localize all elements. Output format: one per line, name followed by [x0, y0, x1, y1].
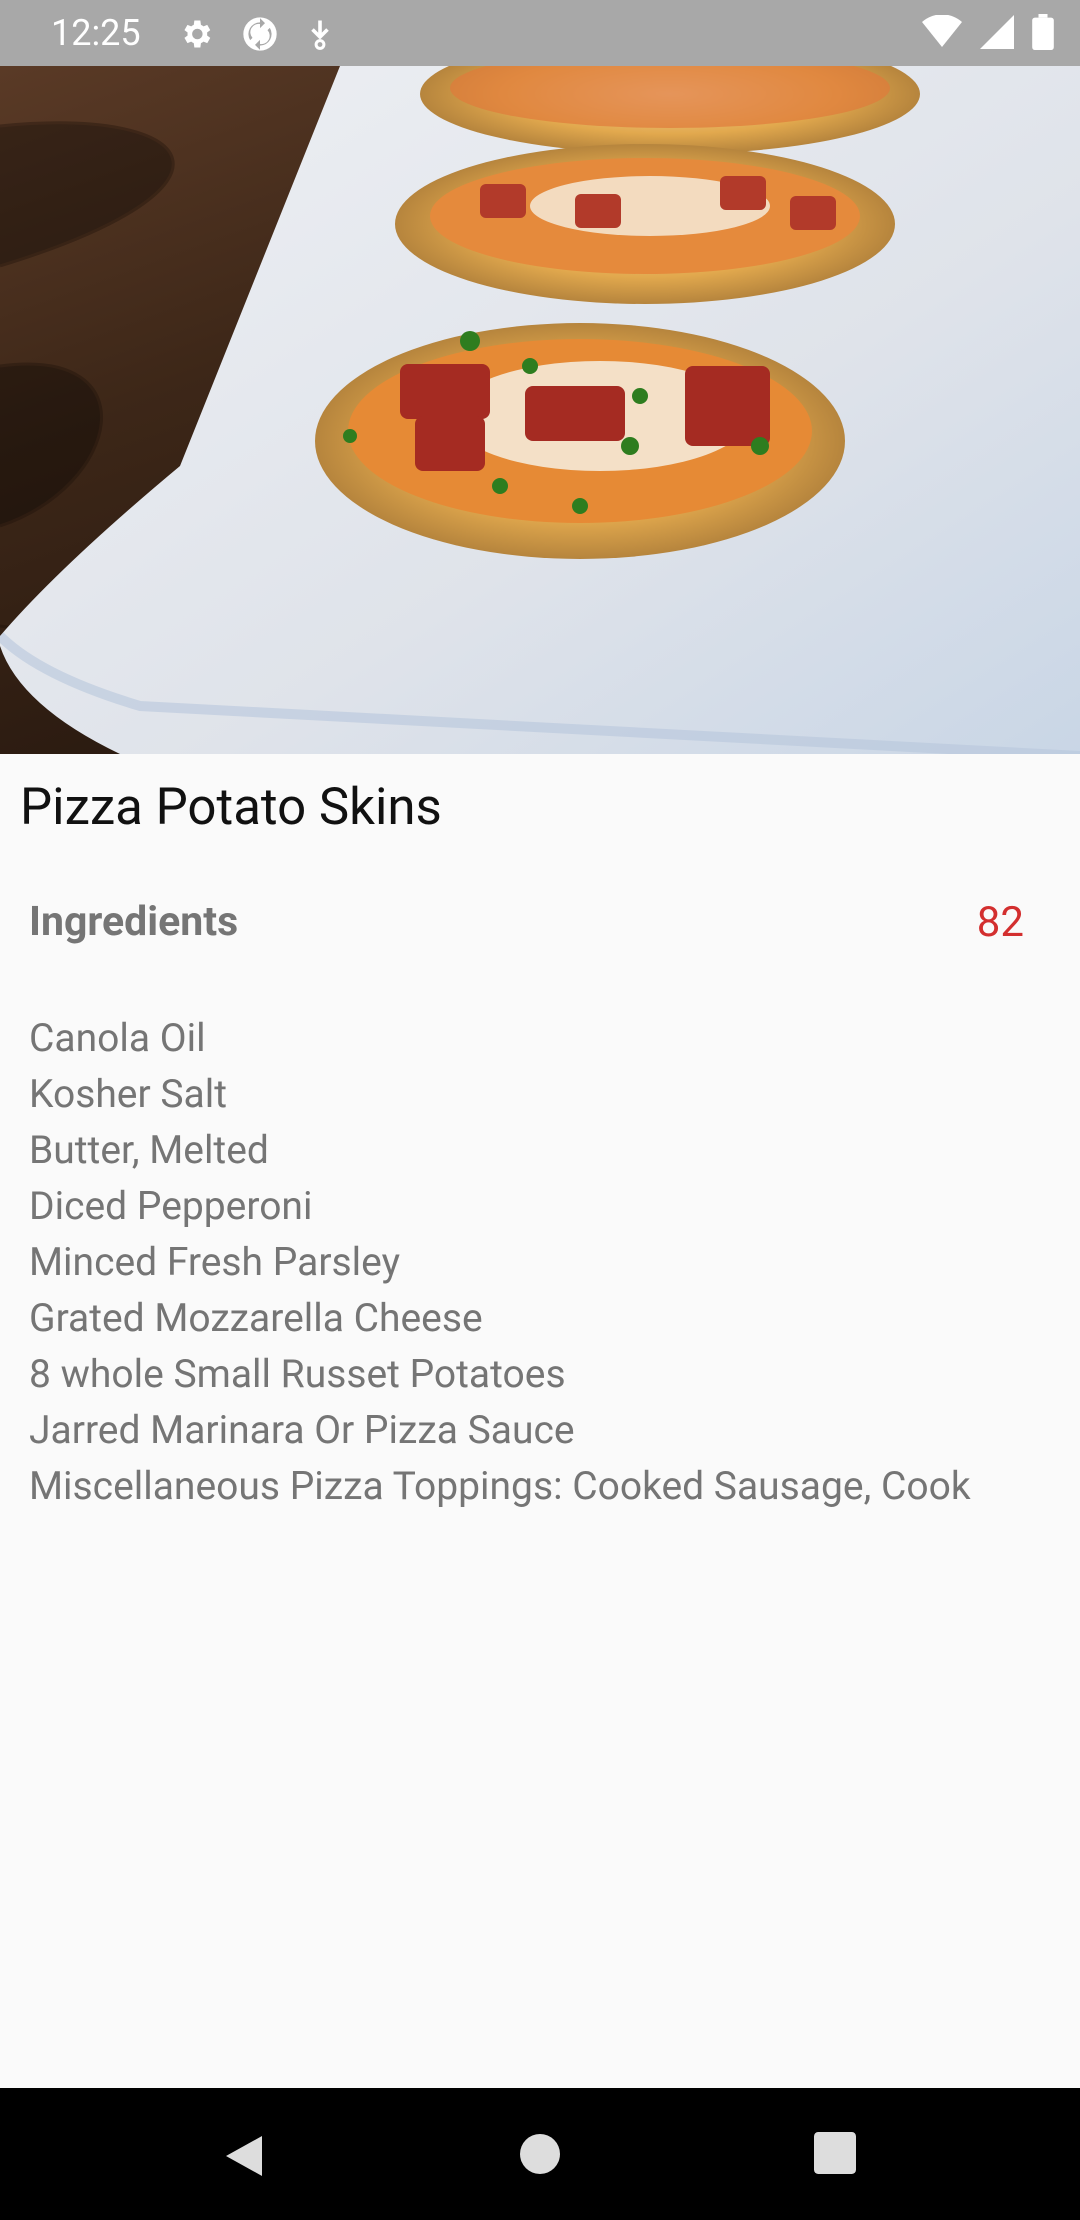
- ingredient-item: Kosher Salt: [29, 1071, 227, 1117]
- recents-icon[interactable]: [814, 2132, 856, 2178]
- navigation-bar: [0, 2088, 1080, 2220]
- ingredient-item: Grated Mozzarella Cheese: [29, 1295, 483, 1341]
- ingredient-item: Butter, Melted: [29, 1127, 269, 1173]
- ingredient-item: 8 whole Small Russet Potatoes: [29, 1351, 566, 1397]
- wifi-icon: [922, 14, 962, 53]
- ingredient-item: Minced Fresh Parsley: [29, 1239, 401, 1285]
- ingredients-count: 82: [976, 898, 1024, 947]
- recipe-photo: [0, 66, 1080, 754]
- status-time: 12:25: [51, 12, 141, 54]
- status-system-icons: [922, 14, 1054, 54]
- ingredient-item: Jarred Marinara Or Pizza Sauce: [29, 1407, 575, 1453]
- recipe-title: Pizza Potato Skins: [20, 778, 442, 837]
- battery-icon: [1032, 14, 1054, 54]
- download-icon: [306, 16, 334, 56]
- ingredient-list: Canola Oil Kosher Salt Butter, Melted Di…: [29, 1010, 1069, 1514]
- ingredient-item: Miscellaneous Pizza Toppings: Cooked Sau…: [29, 1463, 971, 1509]
- back-icon[interactable]: [222, 2132, 266, 2184]
- ingredient-item: Diced Pepperoni: [29, 1183, 313, 1229]
- status-notification-icons: [178, 14, 334, 58]
- ingredients-heading: Ingredients: [29, 898, 239, 946]
- home-icon[interactable]: [518, 2132, 562, 2180]
- ingredient-item: Canola Oil: [29, 1015, 206, 1061]
- sync-icon: [240, 14, 280, 58]
- cell-signal-icon: [980, 15, 1014, 53]
- status-bar: 12:25: [0, 0, 1080, 66]
- gear-icon: [178, 16, 214, 56]
